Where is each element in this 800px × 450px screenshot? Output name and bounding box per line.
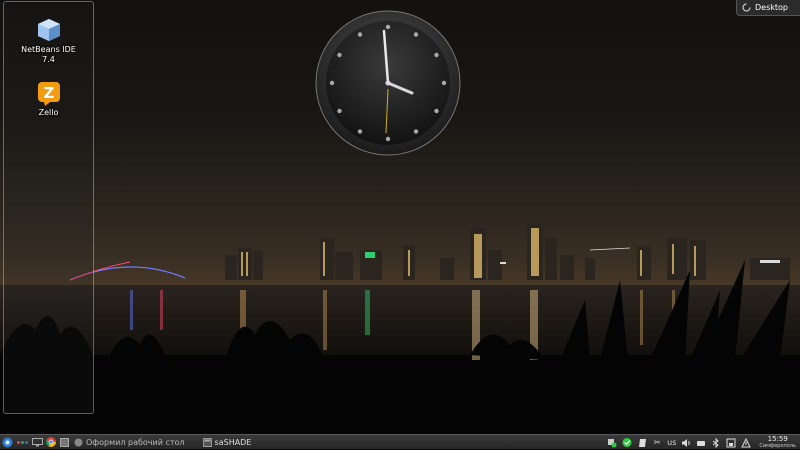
task-item-browser[interactable]: Оформил рабочий стол — [70, 436, 189, 449]
keyboard-layout-indicator[interactable]: us — [667, 438, 676, 448]
battery-icon[interactable] — [741, 437, 752, 448]
system-tray: ✂ us 15:59 Симферополь — [607, 435, 800, 450]
monitor-icon — [31, 437, 43, 446]
app-window-icon — [202, 437, 212, 447]
clock-time: 15:59 — [767, 434, 788, 443]
folder-view-panel[interactable]: NetBeans IDE 7.4 Z Zello — [3, 1, 94, 414]
application-launcher[interactable] — [0, 435, 14, 450]
activities-pager[interactable] — [14, 435, 30, 450]
removable-drive-icon[interactable] — [696, 438, 706, 448]
kde-launcher-icon — [2, 437, 12, 447]
clock-city: Симферополь — [759, 442, 796, 449]
zello-icon: Z — [37, 82, 60, 106]
pager-dot-icon — [24, 440, 28, 444]
network-icon[interactable] — [726, 438, 736, 448]
tray-notes-icon[interactable] — [637, 438, 647, 448]
pager-dot-icon — [16, 440, 20, 444]
volume-icon[interactable] — [681, 438, 691, 448]
file-manager-launcher[interactable] — [58, 435, 70, 450]
svg-text:Z: Z — [43, 84, 54, 102]
tray-notifier-icon[interactable] — [607, 438, 617, 448]
analog-clock-widget[interactable] — [314, 9, 462, 157]
show-desktop-button[interactable] — [30, 435, 44, 450]
bluetooth-icon[interactable] — [711, 437, 721, 448]
task-label: Оформил рабочий стол — [86, 437, 185, 447]
desktop-icon-label: NetBeans IDE 7.4 — [21, 45, 76, 64]
desktop-toolbox-label: Desktop — [755, 3, 788, 12]
task-label: saSHADE — [214, 437, 252, 447]
browser-tab-icon — [74, 438, 83, 446]
file-manager-icon — [59, 437, 69, 447]
desktop-toolbox-button[interactable]: Desktop — [736, 0, 800, 16]
plasma-toolbox-icon — [742, 3, 751, 12]
desktop-icon-zello[interactable]: Z Zello — [4, 80, 93, 118]
tray-updates-check-icon[interactable] — [622, 437, 632, 448]
desktop-icon-netbeans[interactable]: NetBeans IDE 7.4 — [4, 17, 93, 65]
tray-scissors-icon[interactable]: ✂ — [652, 438, 662, 448]
chrome-icon — [46, 437, 56, 447]
digital-clock[interactable]: 15:59 Симферополь — [759, 434, 796, 450]
chrome-launcher[interactable] — [44, 435, 58, 450]
taskbar: Оформил рабочий стол saSHADE ✂ us 15:59 … — [0, 434, 800, 449]
task-item-sashade[interactable]: saSHADE — [199, 436, 256, 449]
pager-dot-icon — [20, 440, 24, 444]
desktop-icon-label: Zello — [38, 108, 59, 117]
netbeans-cube-icon — [37, 19, 60, 41]
